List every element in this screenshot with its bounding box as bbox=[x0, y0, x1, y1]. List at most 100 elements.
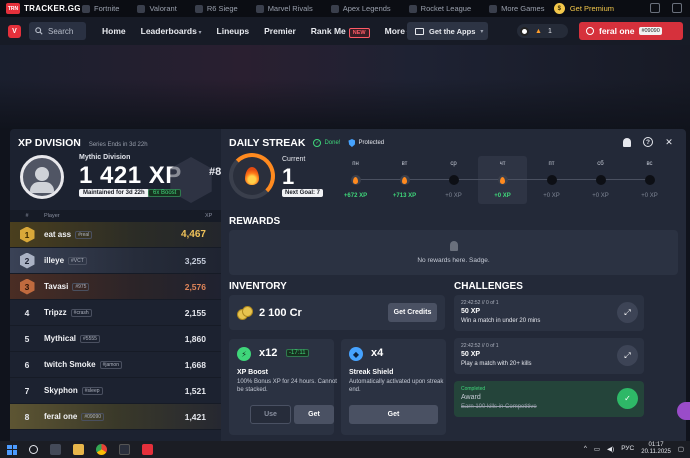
search-button[interactable]: Search bbox=[29, 22, 86, 40]
trn-logo-icon: TRN bbox=[6, 3, 20, 14]
task-view-icon[interactable] bbox=[50, 444, 61, 455]
valorant-app-icon[interactable] bbox=[142, 444, 153, 455]
gold-rank-badge: 1 bbox=[19, 226, 35, 243]
tracker-logo[interactable]: TRN TRACKER.GG bbox=[0, 3, 82, 14]
chevron-down-icon: ▾ bbox=[480, 28, 484, 35]
streak-day: вс +0 XP bbox=[625, 156, 674, 204]
shield-icon bbox=[348, 139, 356, 147]
toggle-knob bbox=[520, 26, 529, 36]
help-icon[interactable]: ? bbox=[643, 137, 653, 147]
network-icon[interactable]: ▭ bbox=[594, 445, 600, 453]
new-badge: NEW bbox=[348, 28, 370, 38]
challenges-title: CHALLENGES bbox=[454, 281, 523, 292]
nav-rankme[interactable]: Rank Me NEW bbox=[311, 26, 370, 38]
games-strip: TRN TRACKER.GG Fortnite Valorant R6 Sieg… bbox=[0, 0, 690, 17]
empty-dot-icon bbox=[448, 175, 459, 185]
get-shield-button[interactable]: Get bbox=[349, 405, 438, 424]
division-summary: Mythic Division 1 421 XP #8 Maintained f… bbox=[18, 153, 221, 207]
day-xp: +0 XP bbox=[494, 193, 511, 199]
valorant-tracker-logo[interactable]: V bbox=[8, 24, 21, 38]
system-tray: ^ ▭ ◀) РУС 01:17 20.11.2025 ▢ bbox=[584, 442, 684, 456]
streak-day: вт +713 XP bbox=[380, 156, 429, 204]
table-row[interactable]: 7 Skyphon #sleep 1,521 bbox=[10, 378, 221, 404]
challenge-item-completed: Completed Award Earn 100 kills in Compet… bbox=[454, 381, 644, 417]
inventory-title: INVENTORY bbox=[229, 281, 287, 292]
site-name: TRACKER.GG bbox=[24, 4, 81, 13]
leaderboard: 1 eat ass #real 4,467 2 illeye #VCT 3,255 … bbox=[10, 222, 221, 430]
day-name: сб bbox=[597, 161, 604, 167]
streak-panel: DAILY STREAK ✓ Done! Protected ? ✕ Curren… bbox=[221, 129, 686, 441]
grid-icon bbox=[489, 4, 498, 13]
series-ends: Series Ends in 3d 22h bbox=[88, 142, 148, 148]
done-status: ✓ Done! bbox=[313, 139, 341, 147]
empty-dot-icon bbox=[644, 175, 655, 185]
valorant-icon bbox=[137, 4, 146, 13]
current-label: Current bbox=[282, 156, 306, 163]
close-icon[interactable]: ✕ bbox=[664, 137, 674, 147]
twitter-icon[interactable] bbox=[672, 3, 682, 13]
game-link-rocket-league[interactable]: Rocket League bbox=[408, 4, 471, 13]
table-row[interactable]: 6 twitch Smoke #jamon 1,668 bbox=[10, 352, 221, 378]
check-circle-icon: ✓ bbox=[313, 139, 322, 147]
flame-dot-icon bbox=[399, 175, 410, 185]
table-row[interactable]: 4 Tripzz #crash 2,155 bbox=[10, 300, 221, 326]
chrome-icon[interactable] bbox=[96, 444, 107, 455]
get-credits-button[interactable]: Get Credits bbox=[388, 303, 437, 322]
side-widget-icon[interactable] bbox=[677, 402, 690, 420]
nav-more[interactable]: More bbox=[385, 26, 410, 36]
challenge-item: 22:42:52 // 0 of 1 50 XP Win a match in … bbox=[454, 295, 644, 331]
day-name: пн bbox=[352, 161, 359, 167]
search-icon[interactable] bbox=[29, 445, 38, 454]
get-premium-link[interactable]: $ Get Premium bbox=[553, 3, 614, 14]
file-explorer-icon[interactable] bbox=[73, 444, 84, 455]
day-xp: +0 XP bbox=[641, 193, 658, 199]
xp-total: 1 421 XP bbox=[79, 162, 182, 189]
discord-icon[interactable] bbox=[650, 3, 660, 13]
game-link-valorant[interactable]: Valorant bbox=[137, 4, 177, 13]
day-name: вт bbox=[401, 161, 408, 167]
language-indicator[interactable]: РУС bbox=[621, 445, 634, 452]
bell-icon[interactable] bbox=[622, 137, 632, 147]
game-link-r6[interactable]: R6 Siege bbox=[194, 4, 238, 13]
avatar bbox=[20, 155, 64, 199]
shield-flame-icon: ◆ bbox=[349, 347, 363, 361]
protected-status: Protected bbox=[348, 139, 384, 147]
main-nav: V Search Home Leaderboards Lineups Premi… bbox=[0, 17, 690, 45]
clock[interactable]: 01:17 20.11.2025 bbox=[641, 442, 671, 456]
nav-home[interactable]: Home bbox=[102, 26, 126, 36]
chevron-up-icon[interactable]: ^ bbox=[584, 445, 587, 452]
table-row[interactable]: 5 Mythical #5555 1,860 bbox=[10, 326, 221, 352]
check-icon[interactable]: ✓ bbox=[617, 388, 638, 409]
streak-toggle[interactable]: ▲ 1 bbox=[517, 24, 568, 38]
nav-leaderboards[interactable]: Leaderboards bbox=[141, 26, 202, 36]
table-row[interactable]: 3 Tavasi #975 2,576 bbox=[10, 274, 221, 300]
user-tag: #09090 bbox=[639, 27, 662, 35]
expand-icon[interactable]: ⤢ bbox=[617, 302, 638, 323]
credits-value: 2 100 Cr bbox=[259, 306, 302, 319]
xp-division-title: XP DIVISION bbox=[18, 137, 81, 149]
day-xp: +713 XP bbox=[392, 193, 417, 199]
r6-icon bbox=[194, 4, 203, 13]
game-link-marvel[interactable]: Marvel Rivals bbox=[255, 4, 313, 13]
app-icon[interactable] bbox=[119, 444, 130, 455]
user-menu-button[interactable]: feral one #09090 bbox=[579, 22, 683, 40]
notification-icon[interactable]: ▢ bbox=[678, 445, 684, 453]
nav-premier[interactable]: Premier bbox=[264, 26, 296, 36]
game-link-apex[interactable]: Apex Legends bbox=[330, 4, 391, 13]
get-boost-button[interactable]: Get bbox=[294, 405, 334, 424]
table-row[interactable]: 2 illeye #VCT 3,255 bbox=[10, 248, 221, 274]
use-boost-button[interactable]: Use bbox=[250, 405, 291, 424]
windows-start-icon[interactable] bbox=[7, 444, 17, 455]
expand-icon[interactable]: ⤢ bbox=[617, 345, 638, 366]
division-name: Mythic Division bbox=[79, 154, 131, 161]
game-link-fortnite[interactable]: Fortnite bbox=[82, 4, 119, 13]
volume-icon[interactable]: ◀) bbox=[607, 445, 614, 453]
game-link-more[interactable]: More Games bbox=[489, 4, 544, 13]
nav-lineups[interactable]: Lineups bbox=[217, 26, 250, 36]
table-row[interactable]: 1 eat ass #real 4,467 bbox=[10, 222, 221, 248]
table-row-self[interactable]: 8 feral one #09090 1,421 bbox=[10, 404, 221, 430]
day-xp: +0 XP bbox=[445, 193, 462, 199]
get-apps-button[interactable]: Get the Apps ▾ bbox=[407, 22, 488, 40]
day-xp: +0 XP bbox=[543, 193, 560, 199]
rocket-league-icon bbox=[408, 4, 417, 13]
